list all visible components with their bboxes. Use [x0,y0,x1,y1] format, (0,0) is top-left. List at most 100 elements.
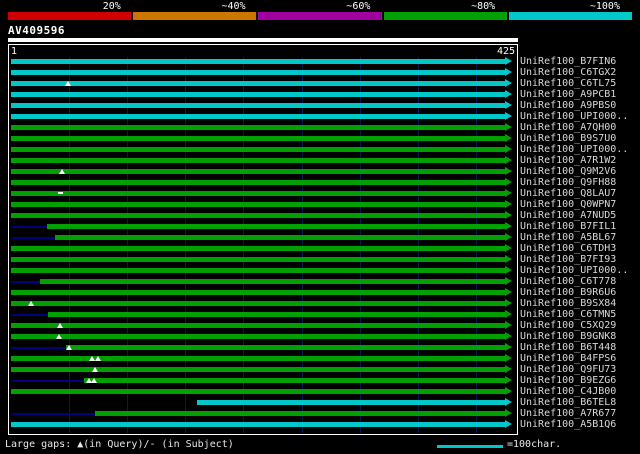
scale-end-label: 425 [496,46,515,57]
hit-label[interactable]: UniRef100_A7NUD5 [520,210,616,221]
hit-bar[interactable] [11,92,505,97]
hit-label[interactable]: UniRef100_C5XQ29 [520,320,616,331]
hit-bar[interactable] [11,356,505,361]
hit-bar[interactable] [11,70,505,75]
hit-bar[interactable] [11,268,505,273]
hit-bar[interactable] [11,301,505,306]
hit-label[interactable]: UniRef100_UPI000.. [520,111,628,122]
key-segment-purple [258,12,382,20]
hit-bar[interactable] [11,202,505,207]
hit-label[interactable]: UniRef100_Q8LAU7 [520,188,616,199]
query-gap-marker-icon [91,367,98,372]
unaligned-lead-line [11,237,56,239]
hit-bar[interactable] [11,114,505,119]
hit-bar[interactable] [48,312,505,317]
hit-bar[interactable] [11,389,505,394]
hit-bar[interactable] [196,400,505,405]
hit-label[interactable]: UniRef100_B6T448 [520,342,616,353]
hit-bar[interactable] [40,279,505,284]
hit-label[interactable]: UniRef100_A7R677 [520,408,616,419]
hit-bar[interactable] [11,81,505,86]
scale-start-label: 1 [11,46,18,57]
hit-arrowhead-icon [505,398,512,406]
hit-arrowhead-icon [505,211,512,219]
hit-arrowhead-icon [505,156,512,164]
hit-bar[interactable] [84,378,505,383]
hit-arrowhead-icon [505,167,512,175]
key-label-40: ~40% [221,1,246,12]
hit-bar[interactable] [11,257,505,262]
hit-arrowhead-icon [505,354,512,362]
hit-bar[interactable] [11,323,505,328]
hit-arrowhead-icon [505,189,512,197]
unaligned-lead-line [11,281,41,283]
hit-arrowhead-icon [505,277,512,285]
hit-label[interactable]: UniRef100_A9PCB1 [520,89,616,100]
hit-arrowhead-icon [505,200,512,208]
hit-bar[interactable] [11,213,505,218]
hit-label[interactable]: UniRef100_A7R1W2 [520,155,616,166]
hit-bar[interactable] [94,411,505,416]
subject-gap-marker-icon [57,192,63,194]
hit-bar[interactable] [11,422,505,427]
hit-bar[interactable] [55,235,505,240]
hit-bar[interactable] [11,59,505,64]
key-segment-orange [133,12,257,20]
hit-bar[interactable] [11,290,505,295]
hit-label[interactable]: UniRef100_Q0WPN7 [520,199,616,210]
hit-label[interactable]: UniRef100_B9EZG6 [520,375,616,386]
hit-label[interactable]: UniRef100_A7QH00 [520,122,616,133]
hit-bar[interactable] [11,246,505,251]
identity-key-bar [8,12,633,20]
hit-label[interactable]: UniRef100_UPI000.. [520,144,628,155]
hit-label[interactable]: UniRef100_B9R6U6 [520,287,616,298]
identity-key-labels: 20% ~40% ~60% ~80% ~100% [8,1,632,12]
hit-label[interactable]: UniRef100_B9SX84 [520,298,616,309]
hit-arrowhead-icon [505,365,512,373]
hit-label[interactable]: UniRef100_Q9FU73 [520,364,616,375]
hit-label[interactable]: UniRef100_C6TL75 [520,78,616,89]
hit-label[interactable]: UniRef100_C6T778 [520,276,616,287]
hit-label[interactable]: UniRef100_B9S7U0 [520,133,616,144]
hit-label[interactable]: UniRef100_B9GNK8 [520,331,616,342]
hit-bar[interactable] [11,147,505,152]
hit-label[interactable]: UniRef100_Q9FH88 [520,177,616,188]
hit-arrowhead-icon [505,145,512,153]
hit-bar[interactable] [47,224,505,229]
hit-arrowhead-icon [505,222,512,230]
hit-label[interactable]: UniRef100_B4FPS6 [520,353,616,364]
hit-bar[interactable] [11,169,505,174]
key-label-100: ~100% [589,1,620,12]
hit-label[interactable]: UniRef100_A5B1Q6 [520,419,616,430]
scale-legend-line-icon [437,445,503,448]
hit-label[interactable]: UniRef100_C4JB00 [520,386,616,397]
hit-label[interactable]: UniRef100_B6TEL8 [520,397,616,408]
hit-arrowhead-icon [505,376,512,384]
unaligned-lead-line [11,314,49,316]
hit-label[interactable]: UniRef100_B7FIL1 [520,221,616,232]
query-gap-marker-icon [95,356,102,361]
hit-label[interactable]: UniRef100_UPI000.. [520,265,628,276]
unaligned-lead-line [11,347,66,349]
hit-arrowhead-icon [505,90,512,98]
hit-bar[interactable] [11,191,505,196]
hit-label[interactable]: UniRef100_Q9M2V6 [520,166,616,177]
hit-bar[interactable] [11,158,505,163]
hit-bar[interactable] [65,345,505,350]
hit-label[interactable]: UniRef100_C6TMN5 [520,309,616,320]
hit-bar[interactable] [11,334,505,339]
hit-bar[interactable] [11,180,505,185]
hit-label[interactable]: UniRef100_C6TGX2 [520,67,616,78]
hit-bar[interactable] [11,136,505,141]
key-label-20: 20% [102,1,121,12]
query-ruler-bar [8,38,518,42]
hit-label[interactable]: UniRef100_A5BL67 [520,232,616,243]
hit-bar[interactable] [11,103,505,108]
hit-label[interactable]: UniRef100_C6TDH3 [520,243,616,254]
hit-bar[interactable] [11,367,505,372]
hit-bar[interactable] [11,125,505,130]
hit-label[interactable]: UniRef100_B7FIN6 [520,56,616,67]
hit-arrowhead-icon [505,321,512,329]
hit-label[interactable]: UniRef100_B7FI93 [520,254,616,265]
hit-label[interactable]: UniRef100_A9PBS0 [520,100,616,111]
